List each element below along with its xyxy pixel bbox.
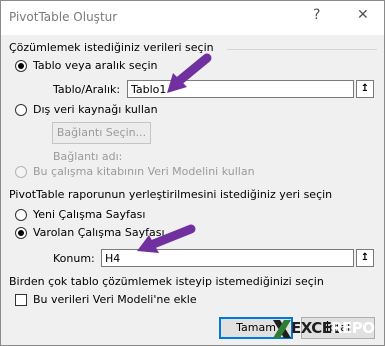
pivottable-dialog: PivotTable Oluştur ? ✕ Çözümlemek istedi… <box>0 0 385 346</box>
radio-new-worksheet-label[interactable]: Yeni Çalışma Sayfası <box>33 208 145 221</box>
radio-external-source-label[interactable]: Dış veri kaynağı kullan <box>33 103 158 116</box>
title-bar: PivotTable Oluştur ? ✕ <box>1 1 384 35</box>
radio-existing-worksheet-label[interactable]: Varolan Çalışma Sayfası <box>33 226 165 239</box>
x-logo-icon <box>273 320 291 338</box>
table-range-value: Tablo1 <box>131 83 167 96</box>
location-input[interactable]: H4 <box>101 249 354 267</box>
add-to-data-model-checkbox[interactable] <box>15 294 27 306</box>
table-range-input[interactable]: Tablo1 <box>127 80 354 98</box>
help-button[interactable]: ? <box>313 7 320 23</box>
radio-data-model-label[interactable]: Bu çalışma kitabının Veri Modelini kulla… <box>33 165 255 178</box>
location-value: H4 <box>105 252 121 265</box>
location-label: Konum: <box>53 252 95 265</box>
close-button[interactable]: ✕ <box>357 7 369 23</box>
section-heading-multiple-tables: Birden çok tablo çözümlemek isteyip iste… <box>9 275 324 288</box>
connection-name-label: Bağlantı adı: <box>53 150 123 163</box>
radio-existing-worksheet[interactable] <box>15 227 27 239</box>
radio-table-range-label[interactable]: Tablo veya aralık seçin <box>33 59 158 72</box>
radio-new-worksheet[interactable] <box>15 209 27 221</box>
section-heading-data: Çözümlemek istediğiniz verileri seçin <box>9 41 214 54</box>
radio-external-source[interactable] <box>15 104 27 116</box>
add-to-data-model-label[interactable]: Bu verileri Veri Modeli'ne ekle <box>33 293 197 306</box>
section-heading-placement: PivotTable raporunun yerleştirilmesini i… <box>9 188 333 201</box>
collapse-dialog-icon[interactable]: ↥ <box>356 80 374 98</box>
section-divider <box>227 49 377 50</box>
watermark-text-light: REPO <box>331 319 375 337</box>
radio-data-model[interactable] <box>15 166 27 178</box>
table-range-label: Tablo/Aralık: <box>53 83 121 96</box>
choose-connection-button[interactable]: Bağlantı Seçin... <box>52 122 151 144</box>
collapse-dialog-icon[interactable]: ↥ <box>356 249 374 267</box>
radio-table-range[interactable] <box>15 60 27 72</box>
window-title: PivotTable Oluştur <box>9 10 118 24</box>
